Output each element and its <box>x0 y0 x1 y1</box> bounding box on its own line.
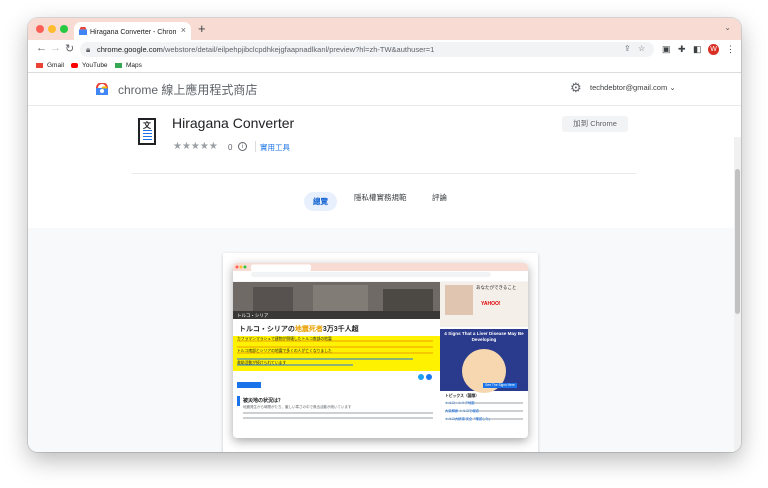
add-to-chrome-button[interactable]: 加到 Chrome <box>562 116 628 132</box>
webstore-favicon-icon <box>79 27 87 35</box>
preview-screenshot[interactable]: トルコ・シリア トルコ・シリアの地震死者3万3千人超 カフラマンマラシュで建物が… <box>223 253 538 452</box>
divider <box>132 173 636 174</box>
tab-overview[interactable]: 總覽 <box>304 192 337 211</box>
new-tab-button[interactable]: + <box>198 21 206 36</box>
extensions-puzzle-icon[interactable]: ✚ <box>678 44 686 55</box>
maps-icon <box>115 63 122 68</box>
side-panel-icon[interactable]: ◧ <box>693 44 702 55</box>
bookmark-youtube[interactable]: YouTube <box>71 62 108 69</box>
divider <box>255 141 256 152</box>
tab-close-icon[interactable]: × <box>181 25 186 35</box>
menu-kebab-icon[interactable]: ⋮ <box>726 44 735 55</box>
extension-title: Hiragana Converter <box>172 115 295 131</box>
tab-search-chevron-icon[interactable]: ⌄ <box>724 23 731 32</box>
bookmark-maps[interactable]: Maps <box>115 62 142 69</box>
chevron-down-icon: ⌄ <box>669 83 676 92</box>
youtube-icon <box>71 63 78 68</box>
preview-liver-cta: See The Signs Here <box>485 383 515 387</box>
preview-topic: トルコ・シリア地震 <box>445 401 475 405</box>
extension-save-icon[interactable]: ▣ <box>662 44 671 55</box>
tab-title: Hiragana Converter - Chrome 線 <box>90 29 176 36</box>
category-link[interactable]: 實用工具 <box>260 142 290 153</box>
store-name[interactable]: chrome 線上應用程式商店 <box>118 81 257 98</box>
browser-toolbar: ← → ↻ 🔒︎ chrome.google.com/webstore/deta… <box>28 40 741 59</box>
webstore-logo-icon <box>96 83 108 95</box>
preview-ad-brand: YAHOO! <box>481 301 501 307</box>
extension-icon-lines <box>143 130 152 142</box>
preview-liver-title: 4 Signs That a Liver Disease May Be Deve… <box>444 331 524 342</box>
preview-topic: 大量解雇 トルコで報道 <box>445 409 479 413</box>
preview-qa-body: 地震発生から時間がたち、厳しい寒さの中で救出活動が続いています <box>243 405 352 409</box>
scrollbar-thumb[interactable] <box>735 169 740 314</box>
webstore-page: chrome 線上應用程式商店 ⚙ techdebtor@gmail.com ⌄… <box>28 73 741 452</box>
tab-reviews[interactable]: 評論 <box>432 192 447 203</box>
forward-button[interactable]: → <box>50 42 61 54</box>
preview-browser: トルコ・シリア トルコ・シリアの地震死者3万3千人超 カフラマンマラシュで建物が… <box>233 263 528 438</box>
store-header: chrome 線上應用程式商店 ⚙ techdebtor@gmail.com ⌄ <box>28 73 741 106</box>
info-icon[interactable]: i <box>238 142 247 151</box>
settings-gear-icon[interactable]: ⚙ <box>570 80 582 96</box>
preview-body-1: カフラマンマラシュで建物が倒壊したトルコ南部の地震 <box>237 337 332 341</box>
lock-icon: 🔒︎ <box>86 45 91 54</box>
preview-topic: トルコ大統領 安全「確認した」 <box>445 417 493 421</box>
back-button[interactable]: ← <box>36 42 47 54</box>
browser-window: Hiragana Converter - Chrome 線 × + ⌄ ← → … <box>28 18 741 452</box>
minimize-window-button[interactable] <box>48 25 56 33</box>
preview-headline: トルコ・シリアの地震死者3万3千人超 <box>239 326 359 333</box>
account-menu[interactable]: techdebtor@gmail.com ⌄ <box>590 83 676 92</box>
preview-ad-text: あなたができること <box>476 285 517 290</box>
preview-qa-title: 被災地の状況は？ <box>243 398 284 404</box>
rating-count: 0 <box>228 143 233 152</box>
preview-image-caption: トルコ・シリア <box>237 313 269 318</box>
tab-strip: Hiragana Converter - Chrome 線 × + ⌄ <box>28 18 741 40</box>
extension-icon: 文 <box>138 118 156 145</box>
address-bar[interactable]: 🔒︎ chrome.google.com/webstore/detail/eil… <box>80 42 654 57</box>
maximize-window-button[interactable] <box>60 25 68 33</box>
browser-tab[interactable]: Hiragana Converter - Chrome 線 × <box>74 22 191 40</box>
preview-body-2: トルコ南部とシリアの地震で多くの人が亡くなりました <box>237 349 332 353</box>
preview-topics-title: トピックス（国際） <box>445 394 480 398</box>
gmail-icon <box>36 63 43 68</box>
bookmark-gmail[interactable]: Gmail <box>36 62 64 69</box>
share-icon[interactable]: ⇪ <box>624 44 631 53</box>
reload-button[interactable]: ↻ <box>65 42 74 55</box>
tab-privacy[interactable]: 隱私權實務規範 <box>354 192 407 203</box>
bookmarks-bar: Gmail YouTube Maps <box>28 59 741 73</box>
url-text: chrome.google.com/webstore/detail/eilpeh… <box>97 45 435 54</box>
close-window-button[interactable] <box>36 25 44 33</box>
screenshot-gallery: トルコ・シリア トルコ・シリアの地震死者3万3千人超 カフラマンマラシュで建物が… <box>28 228 734 452</box>
profile-avatar[interactable]: W <box>708 44 719 55</box>
bookmark-star-icon[interactable]: ☆ <box>638 44 645 53</box>
preview-body-3: 救助活動が続けられています <box>237 361 287 365</box>
rating-stars[interactable]: ★★★★★ <box>173 141 218 152</box>
